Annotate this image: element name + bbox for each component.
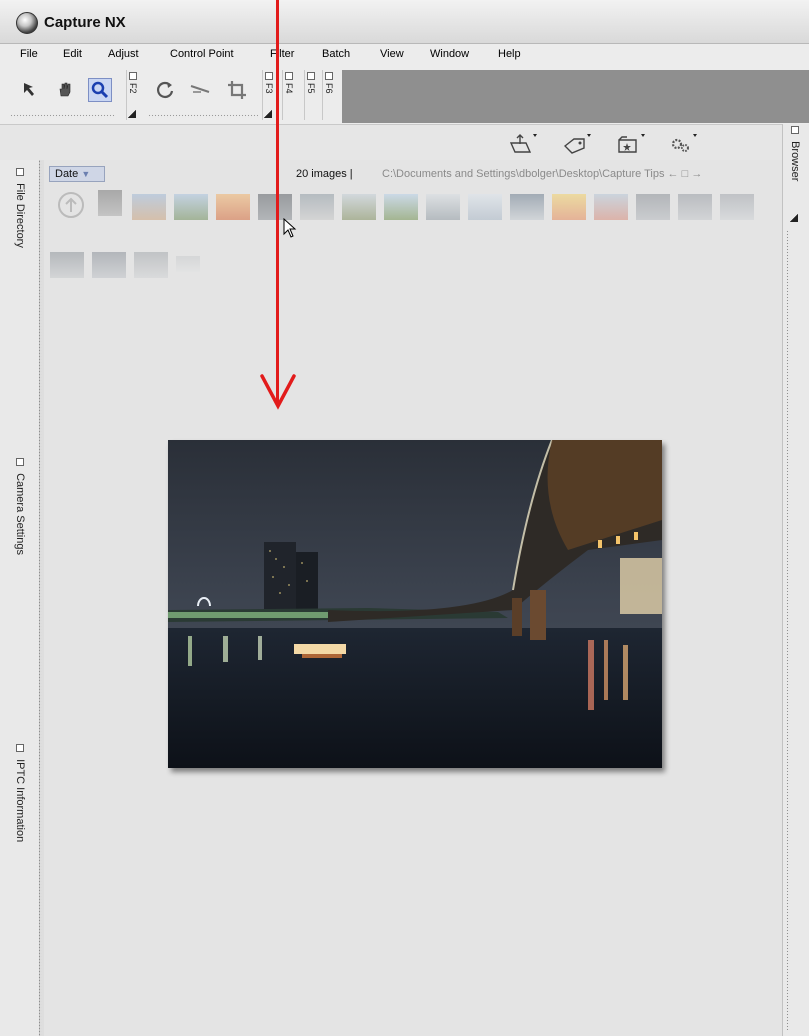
title-bar: Capture NX — [0, 0, 809, 44]
crop-tool-icon[interactable] — [225, 78, 249, 102]
arrow-tool-icon[interactable] — [18, 78, 42, 102]
thumbnail[interactable] — [342, 194, 376, 220]
image-count: 20 images | — [296, 168, 353, 180]
dropdown-arrow-icon: ▼ — [81, 169, 91, 179]
left-panel-splitter[interactable] — [38, 160, 42, 1036]
straighten-tool-icon[interactable] — [188, 78, 212, 102]
tab-f3-label: F3 — [264, 83, 274, 94]
thumbnail[interactable] — [468, 194, 502, 220]
label-tag-icon[interactable] — [562, 132, 591, 156]
app-title: Capture NX — [44, 14, 126, 31]
thumbnail[interactable] — [426, 194, 460, 220]
panel-browser[interactable]: Browser — [789, 126, 801, 181]
panel-camera-settings-label: Camera Settings — [14, 473, 26, 555]
thumbnail[interactable] — [98, 190, 122, 216]
toolbar-grip[interactable] — [148, 114, 258, 118]
menu-help[interactable]: Help — [498, 48, 521, 60]
sort-by-dropdown[interactable]: Date ▼ — [49, 166, 105, 182]
thumbnail[interactable] — [552, 194, 586, 220]
thumbnail[interactable] — [50, 252, 84, 278]
tab-f5-checkbox[interactable] — [307, 72, 315, 80]
tab-f2-label: F2 — [128, 83, 138, 94]
tab-f5[interactable]: F5 — [304, 70, 316, 120]
sort-by-label: Date — [55, 168, 79, 180]
menu-filter[interactable]: Filter — [270, 48, 294, 60]
folder-star-icon[interactable] — [616, 132, 645, 156]
tab-f5-label: F5 — [306, 83, 316, 94]
panel-toggle-icon[interactable] — [16, 458, 24, 466]
menu-edit[interactable]: Edit — [63, 48, 82, 60]
menu-file[interactable]: File — [20, 48, 38, 60]
folder-path-text: C:\Documents and Settings\dbolger\Deskto… — [382, 168, 665, 180]
tab-f6[interactable]: F6 — [322, 70, 334, 120]
thumbnail[interactable] — [92, 252, 126, 278]
annotation-arrow-head-icon — [260, 374, 296, 410]
menu-batch[interactable]: Batch — [322, 48, 350, 60]
menu-bar: File Edit Adjust Control Point Filter Ba… — [0, 44, 809, 66]
thumbnail[interactable] — [258, 194, 292, 220]
settings-gears-icon[interactable] — [668, 132, 697, 156]
right-panel-splitter[interactable] — [786, 230, 790, 1030]
thumbnail[interactable] — [134, 252, 168, 278]
panel-file-directory[interactable]: File Directory — [14, 168, 26, 248]
tab-f6-label: F6 — [324, 83, 334, 94]
thumbnail[interactable] — [300, 194, 334, 220]
panel-file-directory-label: File Directory — [14, 183, 26, 248]
thumbnail[interactable] — [678, 194, 712, 220]
folder-icon[interactable]: □ — [682, 168, 689, 180]
menu-view[interactable]: View — [380, 48, 404, 60]
folder-path: C:\Documents and Settings\dbolger\Deskto… — [382, 168, 702, 180]
thumbnail[interactable] — [174, 194, 208, 220]
panel-iptc-information[interactable]: IPTC Information — [14, 744, 26, 842]
thumbnail[interactable] — [216, 194, 250, 220]
thumbnail[interactable] — [594, 194, 628, 220]
menu-adjust[interactable]: Adjust — [108, 48, 139, 60]
tab-f3-checkbox[interactable] — [265, 72, 273, 80]
panel-toggle-icon[interactable] — [16, 168, 24, 176]
capture-nx-logo-icon — [16, 12, 38, 34]
left-panel-dock — [0, 160, 40, 1036]
menu-window[interactable]: Window — [430, 48, 469, 60]
tab-f4[interactable]: F4 — [282, 70, 294, 120]
panel-camera-settings[interactable]: Camera Settings — [14, 458, 26, 555]
thumbnail[interactable] — [132, 194, 166, 220]
panel-toggle-icon[interactable] — [791, 126, 799, 134]
tool-group-expand-icon[interactable] — [128, 110, 136, 118]
thumbnail[interactable] — [510, 194, 544, 220]
menu-control-point[interactable]: Control Point — [170, 48, 234, 60]
rotate-tool-icon[interactable] — [153, 78, 177, 102]
thumbnail-up-folder[interactable] — [54, 190, 88, 218]
thumbnail[interactable] — [384, 194, 418, 220]
panel-toggle-icon[interactable] — [16, 744, 24, 752]
browser-expand-icon[interactable] — [790, 214, 798, 222]
back-arrow-icon[interactable]: ← — [668, 168, 682, 180]
image-preview[interactable] — [168, 440, 662, 768]
tab-f2-checkbox[interactable] — [129, 72, 137, 80]
tab-f6-checkbox[interactable] — [325, 72, 333, 80]
panel-iptc-information-label: IPTC Information — [14, 759, 26, 843]
zoom-tool-icon[interactable] — [88, 78, 112, 102]
tab-f4-checkbox[interactable] — [285, 72, 293, 80]
thumbnail[interactable] — [720, 194, 754, 220]
thumbnail[interactable] — [176, 256, 200, 272]
toolbar-empty-area — [342, 70, 809, 123]
mouse-cursor-icon — [283, 217, 299, 243]
tool-group-expand-icon[interactable] — [264, 110, 272, 118]
open-folder-icon[interactable] — [508, 132, 537, 156]
tab-f4-label: F4 — [284, 83, 294, 94]
toolbar-grip[interactable] — [10, 114, 115, 118]
hand-tool-icon[interactable] — [53, 78, 77, 102]
panel-browser-label: Browser — [789, 141, 801, 182]
annotation-arrow-line — [276, 0, 279, 405]
thumbnail[interactable] — [636, 194, 670, 220]
forward-arrow-icon[interactable]: → — [691, 168, 702, 180]
